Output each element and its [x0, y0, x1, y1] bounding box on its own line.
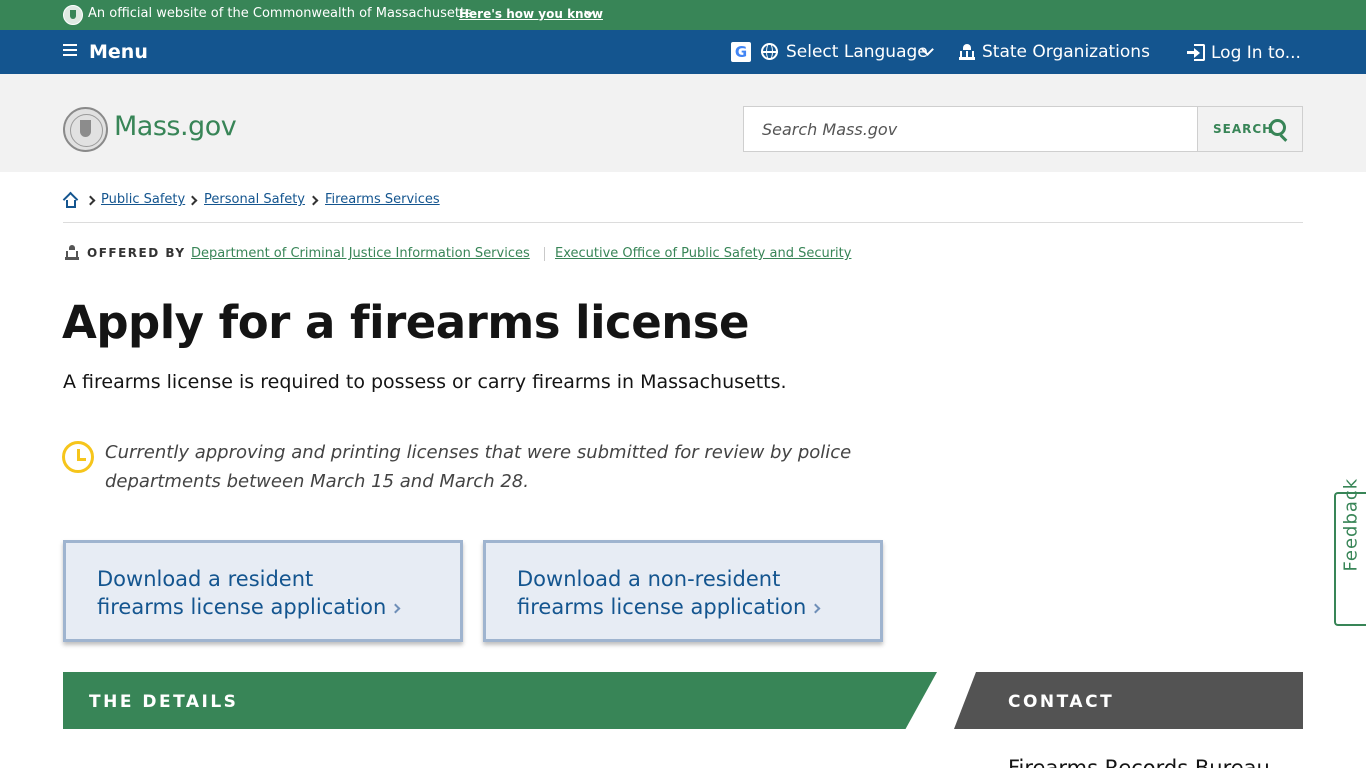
- chevron-right-icon: [187, 195, 198, 206]
- site-header: Mass.gov SEARCH: [0, 74, 1366, 172]
- details-section-header: THE DETAILS: [63, 672, 937, 729]
- offered-by-divider: [544, 247, 545, 261]
- page-subtitle: A firearms license is required to posses…: [63, 371, 787, 393]
- contact-title: CONTACT: [1008, 692, 1115, 712]
- breadcrumb-personal-safety[interactable]: Personal Safety: [204, 192, 305, 207]
- google-translate-icon: G: [731, 42, 751, 62]
- download-non-resident-line2[interactable]: firearms license application: [517, 595, 806, 619]
- massachusetts-seal-icon: [63, 5, 83, 25]
- search-button[interactable]: SEARCH: [1197, 106, 1303, 152]
- download-resident-label[interactable]: Download a resident firearms license app…: [97, 565, 437, 621]
- state-organizations-button[interactable]: State Organizations: [982, 42, 1150, 62]
- login-icon[interactable]: [1187, 44, 1205, 61]
- breadcrumb-divider: [63, 222, 1303, 223]
- menu-label[interactable]: Menu: [89, 41, 148, 63]
- search-icon[interactable]: [1269, 119, 1286, 136]
- heres-how-you-know-link[interactable]: Here's how you know: [459, 7, 603, 21]
- contact-section-header: CONTACT: [954, 672, 1303, 729]
- offered-by-eopss-link[interactable]: Executive Office of Public Safety and Se…: [555, 246, 851, 261]
- chevron-right-icon: [308, 195, 319, 206]
- official-banner-text: An official website of the Commonwealth …: [88, 6, 472, 21]
- logo-text[interactable]: Mass.gov: [114, 111, 237, 142]
- download-resident-line1[interactable]: Download a resident: [97, 567, 313, 591]
- massachusetts-seal-icon[interactable]: [63, 107, 108, 152]
- search-input[interactable]: [743, 106, 1199, 152]
- download-non-resident-line1[interactable]: Download a non-resident: [517, 567, 780, 591]
- utility-nav: Menu G Select Language State Organizatio…: [0, 30, 1366, 74]
- download-resident-application-button[interactable]: Download a resident firearms license app…: [63, 540, 463, 642]
- download-resident-line2[interactable]: firearms license application: [97, 595, 386, 619]
- page-title: Apply for a firearms license: [62, 296, 750, 349]
- hamburger-icon[interactable]: [63, 44, 77, 56]
- download-non-resident-application-button[interactable]: Download a non-resident firearms license…: [483, 540, 883, 642]
- home-icon[interactable]: [62, 191, 79, 208]
- select-language-button[interactable]: Select Language: [786, 42, 928, 62]
- breadcrumb-public-safety[interactable]: Public Safety: [101, 192, 185, 207]
- globe-icon: [761, 43, 778, 60]
- feedback-label[interactable]: Feedback: [1341, 478, 1362, 572]
- breadcrumb-firearms-services[interactable]: Firearms Services: [325, 192, 440, 207]
- processing-notice: Currently approving and printing license…: [105, 442, 852, 492]
- login-button[interactable]: Log In to...: [1211, 43, 1301, 63]
- offered-by-dcjis-link[interactable]: Department of Criminal Justice Informati…: [191, 246, 530, 261]
- feedback-tab[interactable]: Feedback: [1334, 478, 1366, 626]
- download-non-resident-label[interactable]: Download a non-resident firearms license…: [517, 565, 857, 621]
- official-banner: An official website of the Commonwealth …: [0, 0, 1366, 30]
- contact-organization-name: Firearms Records Bureau: [1008, 756, 1270, 768]
- building-icon: [65, 245, 79, 260]
- clock-history-icon: [62, 441, 94, 473]
- arrow-right-icon[interactable]: [810, 603, 821, 614]
- arrow-right-icon[interactable]: [390, 603, 401, 614]
- offered-by-label: OFFERED BY: [87, 246, 186, 260]
- details-title: THE DETAILS: [89, 692, 239, 712]
- chevron-right-icon: [85, 195, 96, 206]
- capitol-building-icon: [959, 44, 975, 60]
- search-button-label[interactable]: SEARCH: [1213, 122, 1273, 136]
